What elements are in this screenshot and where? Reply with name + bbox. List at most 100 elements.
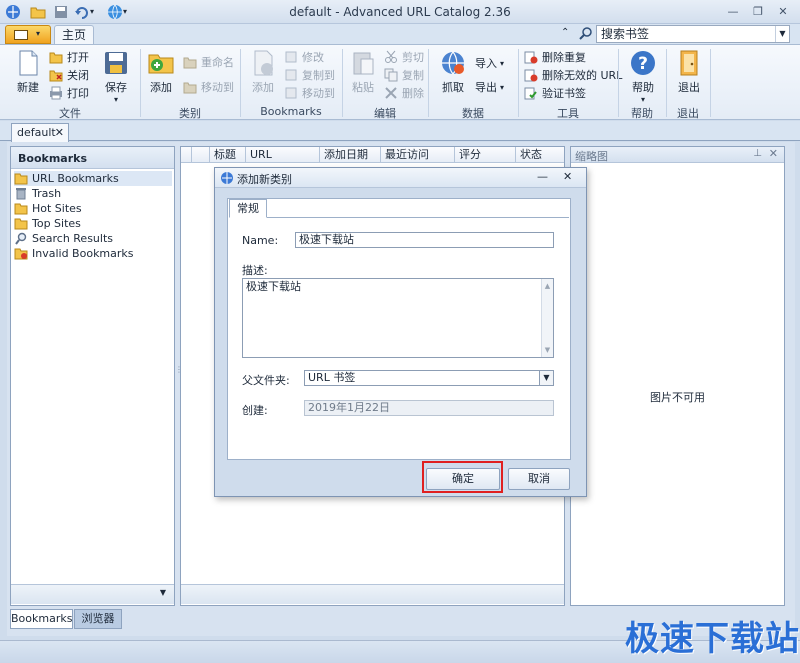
copy-to-label: 复制到 [302,69,335,82]
tab-bookmarks[interactable]: Bookmarks [10,609,73,629]
general-tab-content: Name: 极速下载站 描述: 极速下载站 ▲ ▼ 父文件夹: URL 书签 ▼… [230,217,569,459]
exit-door-icon [675,49,703,77]
description-scrollbar[interactable]: ▲ ▼ [541,279,553,357]
tree-item-top-sites[interactable]: Top Sites [14,216,81,231]
copy-label: 复制 [402,69,424,82]
export-button[interactable]: 导出 ▾ [475,78,504,96]
tab-browser[interactable]: 浏览器 [74,609,122,629]
paste-button[interactable]: 粘贴 [346,49,380,95]
dialog-app-icon [220,171,234,185]
grid-header: 标题 URL 添加日期 最近访问 评分 状态 [181,147,564,163]
search-dropdown-icon[interactable]: ▼ [775,26,789,42]
copy-button[interactable]: 复制 [384,66,424,84]
parent-folder-select[interactable]: URL 书签 ▼ [304,370,554,386]
edit-icon [284,50,298,64]
description-textarea[interactable]: 极速下载站 ▲ ▼ [242,278,554,358]
restore-button[interactable]: ❐ [747,4,769,20]
print-button[interactable]: 打印 [49,84,89,102]
grab-label: 抓取 [442,81,464,94]
tab-general[interactable]: 常规 [229,199,267,218]
chevron-down-icon[interactable]: ▼ [160,588,166,597]
created-date-field: 2019年1月22日 [304,400,554,416]
category-group-label: 类别 [179,107,201,120]
tools-group-label: 工具 [557,107,579,120]
column-rating[interactable]: 评分 [454,147,515,163]
save-dropdown-icon[interactable]: ▾ [98,95,134,104]
name-label: Name: [242,234,279,247]
chevron-down-icon[interactable]: ▼ [539,371,553,385]
column-title[interactable]: 标题 [209,147,245,163]
remove-duplicates-button[interactable]: 删除重复 [524,48,586,66]
copy-to-icon [284,68,298,82]
remove-invalid-label: 删除无效的 URL [542,69,623,82]
verify-bookmarks-button[interactable]: 验证书签 [524,84,586,102]
close-window-button[interactable]: ✕ [772,4,794,20]
tree-item-invalid-bookmarks[interactable]: Invalid Bookmarks [14,246,134,261]
exit-label: 退出 [678,81,700,94]
tree-item-trash[interactable]: Trash [14,186,61,201]
exit-button[interactable]: 退出 [672,49,706,95]
new-button[interactable]: 新建 [10,49,46,95]
grab-button[interactable]: 抓取 [435,49,471,95]
app-menu-button[interactable]: ▾ [5,25,51,44]
help-group-label: 帮助 [631,107,653,120]
ribbon-tab-row: ▾ 主页 ⌃ 搜索书签 ▼ [0,24,800,45]
tab-home[interactable]: 主页 [54,25,94,45]
folder-star-icon [14,202,28,215]
tree-item-search-results[interactable]: Search Results [14,231,113,246]
column-url[interactable]: URL [245,147,319,163]
search-input[interactable]: 搜索书签 ▼ [596,25,790,43]
column-status[interactable]: 状态 [515,147,564,163]
scroll-up-icon[interactable]: ▲ [542,279,553,293]
name-input[interactable]: 极速下载站 [295,232,554,248]
move-folder-icon [183,80,197,94]
parent-folder-value: URL 书签 [308,371,356,384]
move-to-button[interactable]: 移动到 [284,84,335,102]
cancel-button[interactable]: 取消 [508,468,570,490]
group-separator [710,49,711,117]
remove-invalid-button[interactable]: 删除无效的 URL [524,66,622,84]
help-dropdown-icon[interactable]: ▾ [626,95,660,104]
save-button[interactable]: 保存 ▾ [98,49,134,104]
dialog-close-button[interactable]: ✕ [563,170,572,183]
help-label: 帮助 [632,81,654,94]
close-label: 关闭 [67,69,89,82]
save-label: 保存 [105,81,127,94]
close-panel-icon[interactable]: ✕ [769,147,778,160]
document-tab-label: default [17,126,56,139]
remove-invalid-icon [524,68,538,82]
copy-to-button[interactable]: 复制到 [284,66,335,84]
close-button[interactable]: 关闭 [49,66,89,84]
delete-button[interactable]: 删除 [384,84,424,102]
bookmarks-group-label: Bookmarks [260,105,322,118]
column-last-visit[interactable]: 最近访问 [380,147,454,163]
pin-icon[interactable]: ⊥ [753,148,762,159]
add-category-button[interactable]: 添加 [144,49,178,95]
import-label: 导入 [475,57,497,70]
cut-label: 剪切 [402,51,424,64]
help-button[interactable]: ? 帮助 ▾ [626,49,660,104]
title-bar: ▾ ▾ default - Advanced URL Catalog 2.36 … [0,0,800,24]
tree-item-hot-sites[interactable]: Hot Sites [14,201,82,216]
rename-label: 重命名 [201,56,234,69]
move-category-button[interactable]: 移动到 [183,78,234,96]
scroll-down-icon[interactable]: ▼ [542,343,553,357]
rename-button[interactable]: 重命名 [183,53,234,71]
close-tab-icon[interactable]: ✕ [55,124,64,141]
import-button[interactable]: 导入 ▾ [475,54,504,72]
document-tab-default[interactable]: default ✕ [11,123,69,142]
add-bookmark-button[interactable]: 添加 [246,49,280,95]
column-date-added[interactable]: 添加日期 [319,147,380,163]
edit-bookmark-button[interactable]: 修改 [284,48,324,66]
save-disk-icon [102,49,130,77]
add-folder-icon [147,49,175,77]
open-button[interactable]: 打开 [49,48,89,66]
dialog-minimize-button[interactable]: — [537,170,548,183]
file-group-label: 文件 [59,107,81,120]
collapse-ribbon-icon[interactable]: ⌃ [561,27,569,38]
chevron-down-icon: ▾ [36,29,41,38]
document-tab-bar: default ✕ [0,121,800,142]
cut-button[interactable]: 剪切 [384,48,424,66]
tree-item-url-bookmarks[interactable]: URL Bookmarks [14,171,172,186]
minimize-button[interactable]: — [722,4,744,20]
